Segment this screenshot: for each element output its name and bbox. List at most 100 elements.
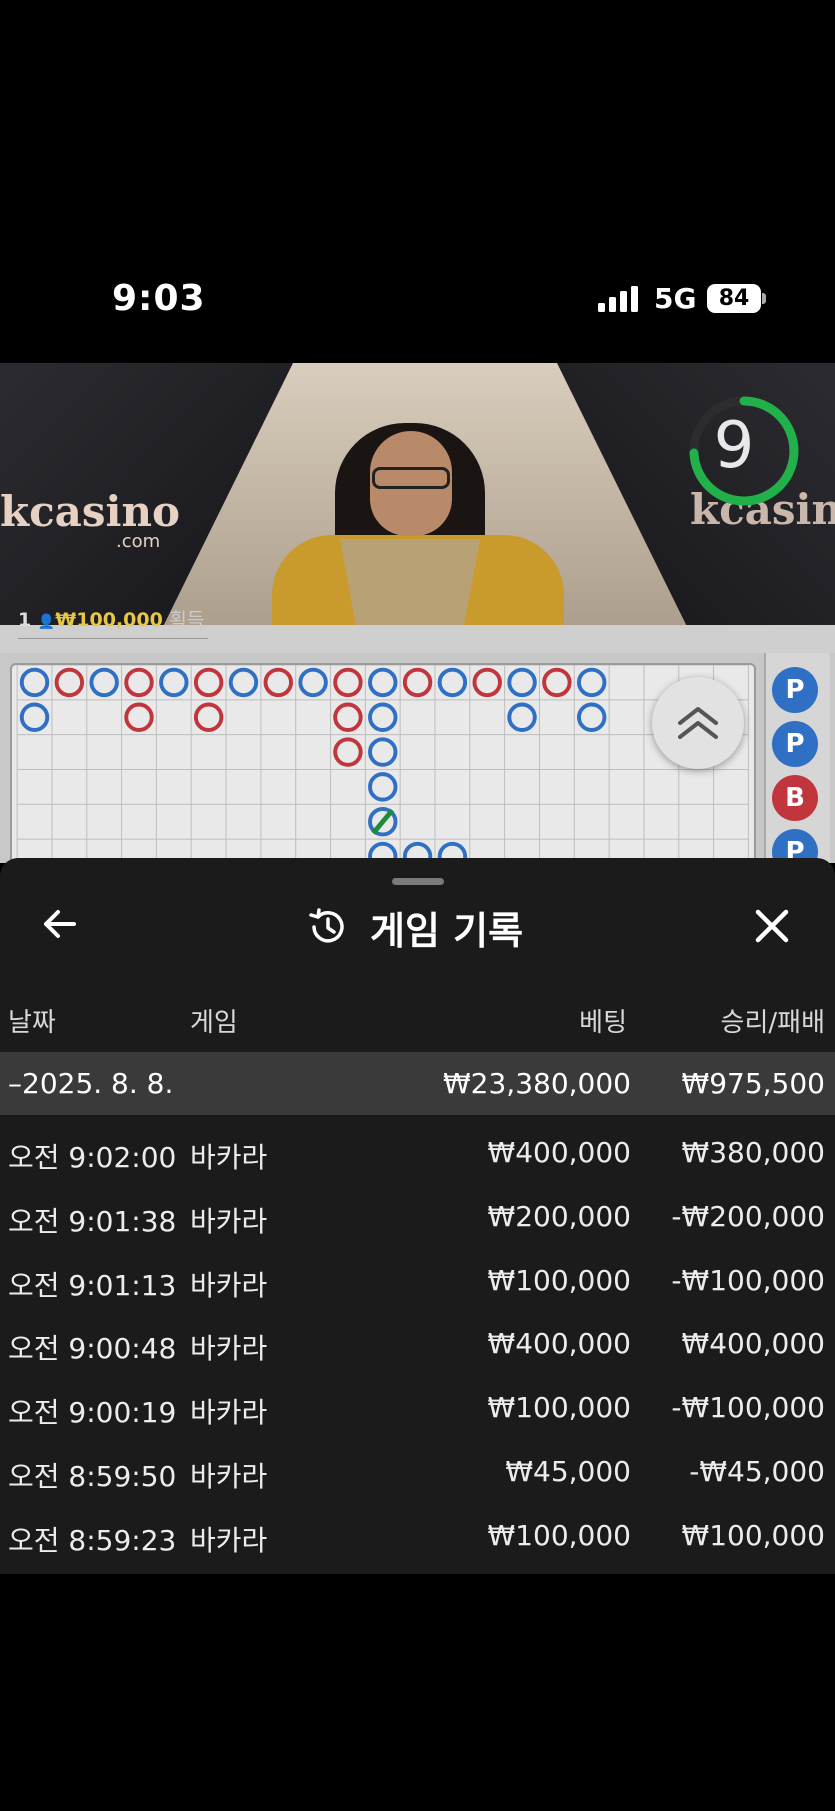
countdown-number: 9 (713, 409, 755, 483)
road-mark (368, 772, 398, 802)
road-mark (437, 667, 468, 698)
casino-logo-sub: .com (116, 531, 161, 552)
road-mark (193, 702, 224, 732)
sheet-title: 게임 기록 (370, 909, 524, 953)
battery-tip (762, 293, 766, 304)
column-header-game: 게임 (190, 1008, 238, 1038)
history-row[interactable]: 오전 9:02:00 바카라 ₩400,000 ₩380,000 (0, 1124, 835, 1184)
bead-item: P (772, 667, 818, 713)
winner-count: 1 (18, 609, 32, 631)
row-result: ₩100,000 (681, 1518, 825, 1552)
bead-item: B (772, 775, 818, 821)
road-mark (228, 667, 259, 698)
history-row[interactable]: 오전 9:01:38 바카라 ₩200,000 -₩200,000 (0, 1188, 835, 1248)
road-mark (402, 667, 433, 698)
summary-result-total: ₩975,500 (681, 1067, 825, 1100)
dealer-glasses (372, 467, 450, 489)
scoreboard: P P B P (0, 653, 835, 863)
road-mark (54, 667, 85, 698)
road-mark (576, 667, 607, 698)
bottom-black-area (0, 1574, 835, 1811)
road-mark (193, 667, 224, 698)
road-mark (368, 737, 398, 767)
row-time: 오전 9:00:48 (8, 1332, 177, 1366)
road-mark (89, 667, 119, 698)
row-result: ₩400,000 (681, 1327, 825, 1361)
history-row[interactable]: 오전 9:00:48 바카라 ₩400,000 ₩400,000 (0, 1315, 835, 1375)
win-amount: ₩100,000 (55, 609, 163, 631)
chevron-up-double-icon (678, 707, 718, 739)
road-mark (542, 667, 572, 698)
road-mark (333, 667, 363, 698)
bead-road[interactable]: P P B P (764, 653, 830, 863)
row-time: 오전 8:59:50 (8, 1460, 177, 1493)
close-button[interactable] (750, 904, 794, 948)
battery-icon: 84 (707, 284, 761, 313)
casino-logo: kcasino (0, 487, 181, 536)
row-result: -₩100,000 (671, 1391, 825, 1425)
row-result: ₩380,000 (681, 1136, 825, 1169)
person-icon: 👤 (37, 614, 56, 630)
road-mark (19, 702, 50, 732)
tie-mark (371, 808, 395, 835)
road-mark (263, 667, 293, 698)
row-bet: ₩400,000 (487, 1327, 631, 1361)
win-label: 획득 (169, 609, 205, 631)
row-game: 바카라 (190, 1332, 268, 1366)
history-row[interactable]: 오전 9:00:19 바카라 ₩100,000 -₩100,000 (0, 1379, 835, 1439)
row-time: 오전 9:01:38 (8, 1204, 177, 1238)
history-row[interactable]: 오전 8:59:23 바카라 ₩100,000 ₩100,000 (0, 1507, 835, 1567)
road-mark (124, 667, 154, 698)
road-mark (159, 667, 189, 698)
row-game: 바카라 (190, 1460, 268, 1493)
row-result: -₩100,000 (671, 1263, 825, 1297)
column-header-bet: 베팅 (579, 1008, 627, 1038)
column-header-result: 승리/패배 (720, 1008, 825, 1038)
column-header-date: 날짜 (8, 1008, 56, 1038)
row-bet: ₩45,000 (505, 1455, 631, 1488)
close-icon (755, 909, 789, 943)
row-time: 오전 9:01:13 (8, 1268, 177, 1302)
row-result: -₩45,000 (689, 1455, 825, 1488)
row-game: 바카라 (190, 1141, 268, 1174)
arrow-left-icon (44, 910, 76, 938)
road-mark (472, 667, 502, 698)
row-time: 오전 9:02:00 (8, 1141, 177, 1174)
history-row[interactable]: 오전 9:01:13 바카라 ₩100,000 -₩100,000 (0, 1252, 835, 1312)
history-row[interactable]: 오전 8:59:50 바카라 ₩45,000 -₩45,000 (0, 1443, 835, 1503)
summary-date: –2025. 8. 8. (8, 1067, 174, 1100)
live-dealer-video[interactable]: kcasino .com kcasin 9 1 👤₩100,000 획득 (0, 363, 835, 653)
top-black-area (0, 0, 835, 240)
road-mark (368, 667, 398, 698)
road-mark (333, 737, 363, 767)
win-banner: 1 👤₩100,000 획득 (18, 605, 204, 632)
road-mark (333, 702, 363, 732)
road-mark (368, 702, 398, 732)
row-game: 바카라 (190, 1523, 268, 1557)
road-mark (124, 702, 154, 732)
row-game: 바카라 (190, 1396, 268, 1430)
row-time: 오전 9:00:19 (8, 1396, 177, 1430)
row-bet: ₩100,000 (487, 1263, 631, 1297)
expand-scoreboard-button[interactable] (652, 677, 744, 769)
row-time: 오전 8:59:23 (8, 1523, 177, 1557)
row-bet: ₩100,000 (487, 1391, 631, 1425)
bead-item: P (772, 721, 818, 767)
row-game: 바카라 (190, 1204, 268, 1238)
row-bet: ₩100,000 (487, 1518, 631, 1552)
back-button[interactable] (38, 902, 82, 946)
status-time: 9:03 (112, 278, 206, 319)
big-road-grid[interactable] (10, 663, 756, 863)
road-mark (576, 702, 607, 732)
row-result: -₩200,000 (671, 1199, 825, 1233)
road-mark (19, 667, 50, 698)
road-mark (507, 667, 537, 698)
cellular-signal-icon (598, 286, 638, 312)
win-banner-underline (18, 638, 208, 639)
summary-bet-total: ₩23,380,000 (442, 1067, 631, 1100)
sheet-drag-handle[interactable] (392, 878, 444, 885)
network-type: 5G (654, 282, 697, 315)
row-game: 바카라 (190, 1268, 268, 1302)
history-clock-icon (309, 908, 344, 943)
road-mark (298, 667, 328, 698)
